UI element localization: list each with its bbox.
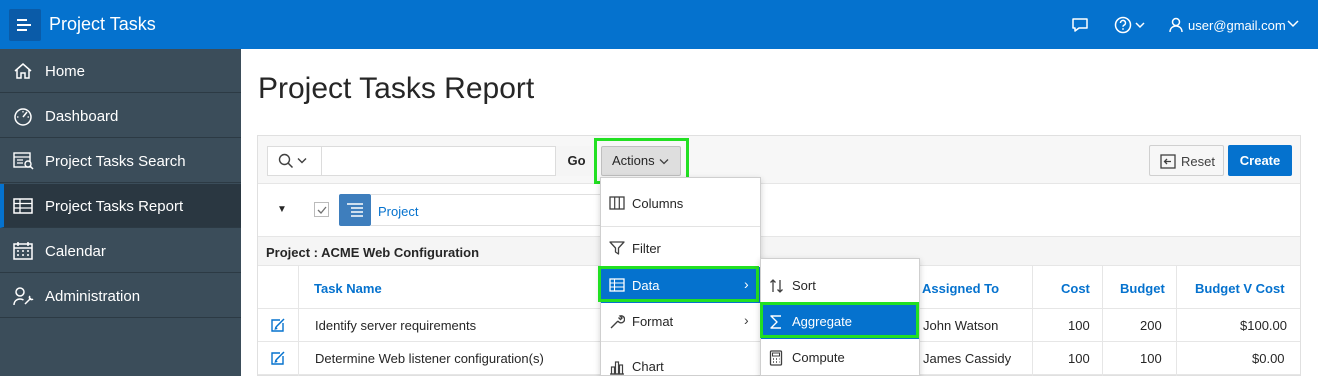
control-break-icon [347,203,363,217]
budget-cell: 100 [1140,351,1162,366]
sidebar: Home Dashboard Project Tasks Search Proj… [0,49,241,376]
chevron-down-icon[interactable] [1287,19,1299,29]
home-icon [14,63,32,79]
sidebar-item-project-tasks-report[interactable]: Project Tasks Report [0,184,241,228]
submenu-item-label: Compute [792,350,845,365]
menu-item-label: Filter [632,241,661,256]
budget-v-cost-cell: $0.00 [1252,351,1285,366]
user-menu-label[interactable]: user@gmail.com [1188,18,1286,33]
sidebar-item-label: Dashboard [45,108,119,125]
task-name-cell: Identify server requirements [315,318,477,333]
assigned-to-cell: James Cassidy [923,351,1012,366]
menu-item-filter[interactable]: Filter [601,230,760,266]
menu-separator [601,226,760,227]
control-break-text: Project : ACME Web Configuration [266,245,480,260]
menu-item-label: Format [632,314,674,329]
data-item-highlight [598,266,759,302]
reset-button-label: Reset [1181,154,1215,169]
calendar-icon [13,242,33,260]
reset-button[interactable]: Reset [1149,145,1224,176]
column-header-task-name[interactable]: Task Name [314,281,382,296]
aggregate-item-highlight [760,302,919,338]
chart-icon [610,361,624,375]
user-icon[interactable] [1168,16,1184,34]
top-bar: Project Tasks user@gmail.com [0,0,1318,49]
sidebar-item-label: Calendar [45,243,106,260]
control-break-icon-box [339,194,371,226]
sidebar-item-home[interactable]: Home [0,49,241,93]
sidebar-item-label: Home [45,63,86,80]
check-icon [317,206,327,214]
submenu-item-label: Sort [792,278,816,293]
menu-item-label: Chart [632,359,664,374]
menu-item-columns[interactable]: Columns [601,185,760,221]
help-icon[interactable] [1114,16,1150,34]
table-icon [13,198,33,214]
collapse-triangle-icon[interactable]: ▼ [277,204,287,215]
gauge-icon [14,108,32,126]
chat-icon[interactable] [1071,16,1089,34]
hamburger-icon [17,19,31,31]
control-break-filter[interactable]: Project [371,194,601,226]
column-header-cost[interactable]: Cost [1061,281,1090,296]
assigned-to-cell: John Watson [923,318,999,333]
column-header-budget[interactable]: Budget [1120,281,1165,296]
search-column-button[interactable] [267,146,322,176]
submenu-item-sort[interactable]: Sort [761,267,919,303]
search-icon [278,153,294,169]
task-name-cell: Determine Web listener configuration(s) [315,351,544,366]
filter-icon [609,241,625,255]
chevron-right-icon: › [744,312,749,328]
control-break-label[interactable]: Project [378,204,418,219]
sidebar-item-calendar[interactable]: Calendar [0,229,241,273]
sidebar-item-administration[interactable]: Administration [0,274,241,318]
sidebar-item-label: Administration [45,288,141,305]
menu-separator [601,341,760,342]
create-button[interactable]: Create [1228,145,1292,176]
app-title[interactable]: Project Tasks [49,14,156,35]
page-title: Project Tasks Report [258,72,535,105]
wrench-icon [610,315,625,329]
column-header-assigned-to[interactable]: Assigned To [922,281,999,296]
reset-icon [1160,154,1176,169]
budget-v-cost-cell: $100.00 [1240,318,1287,333]
filter-enable-checkbox[interactable] [314,202,329,217]
edit-icon[interactable] [270,350,286,366]
cost-cell: 100 [1068,318,1090,333]
menu-item-chart[interactable]: Chart [601,348,760,376]
chevron-down-icon [297,158,307,164]
column-header-budget-v-cost[interactable]: Budget V Cost [1195,281,1285,296]
user-wrench-icon [13,287,34,306]
sidebar-item-dashboard[interactable]: Dashboard [0,94,241,138]
submenu-item-compute[interactable]: Compute [761,339,919,375]
menu-toggle-button[interactable] [9,9,41,41]
sidebar-item-label: Project Tasks Search [45,153,186,170]
edit-icon[interactable] [270,317,286,333]
budget-cell: 200 [1140,318,1162,333]
cost-cell: 100 [1068,351,1090,366]
search-list-icon [13,152,34,170]
menu-item-format[interactable]: Format › [601,303,760,339]
menu-item-label: Columns [632,196,684,211]
columns-icon [609,196,625,210]
calculator-icon [769,350,783,366]
go-button[interactable]: Go [555,146,597,176]
sidebar-item-label: Project Tasks Report [45,198,184,215]
sidebar-item-project-tasks-search[interactable]: Project Tasks Search [0,139,241,183]
sort-icon [770,279,783,293]
